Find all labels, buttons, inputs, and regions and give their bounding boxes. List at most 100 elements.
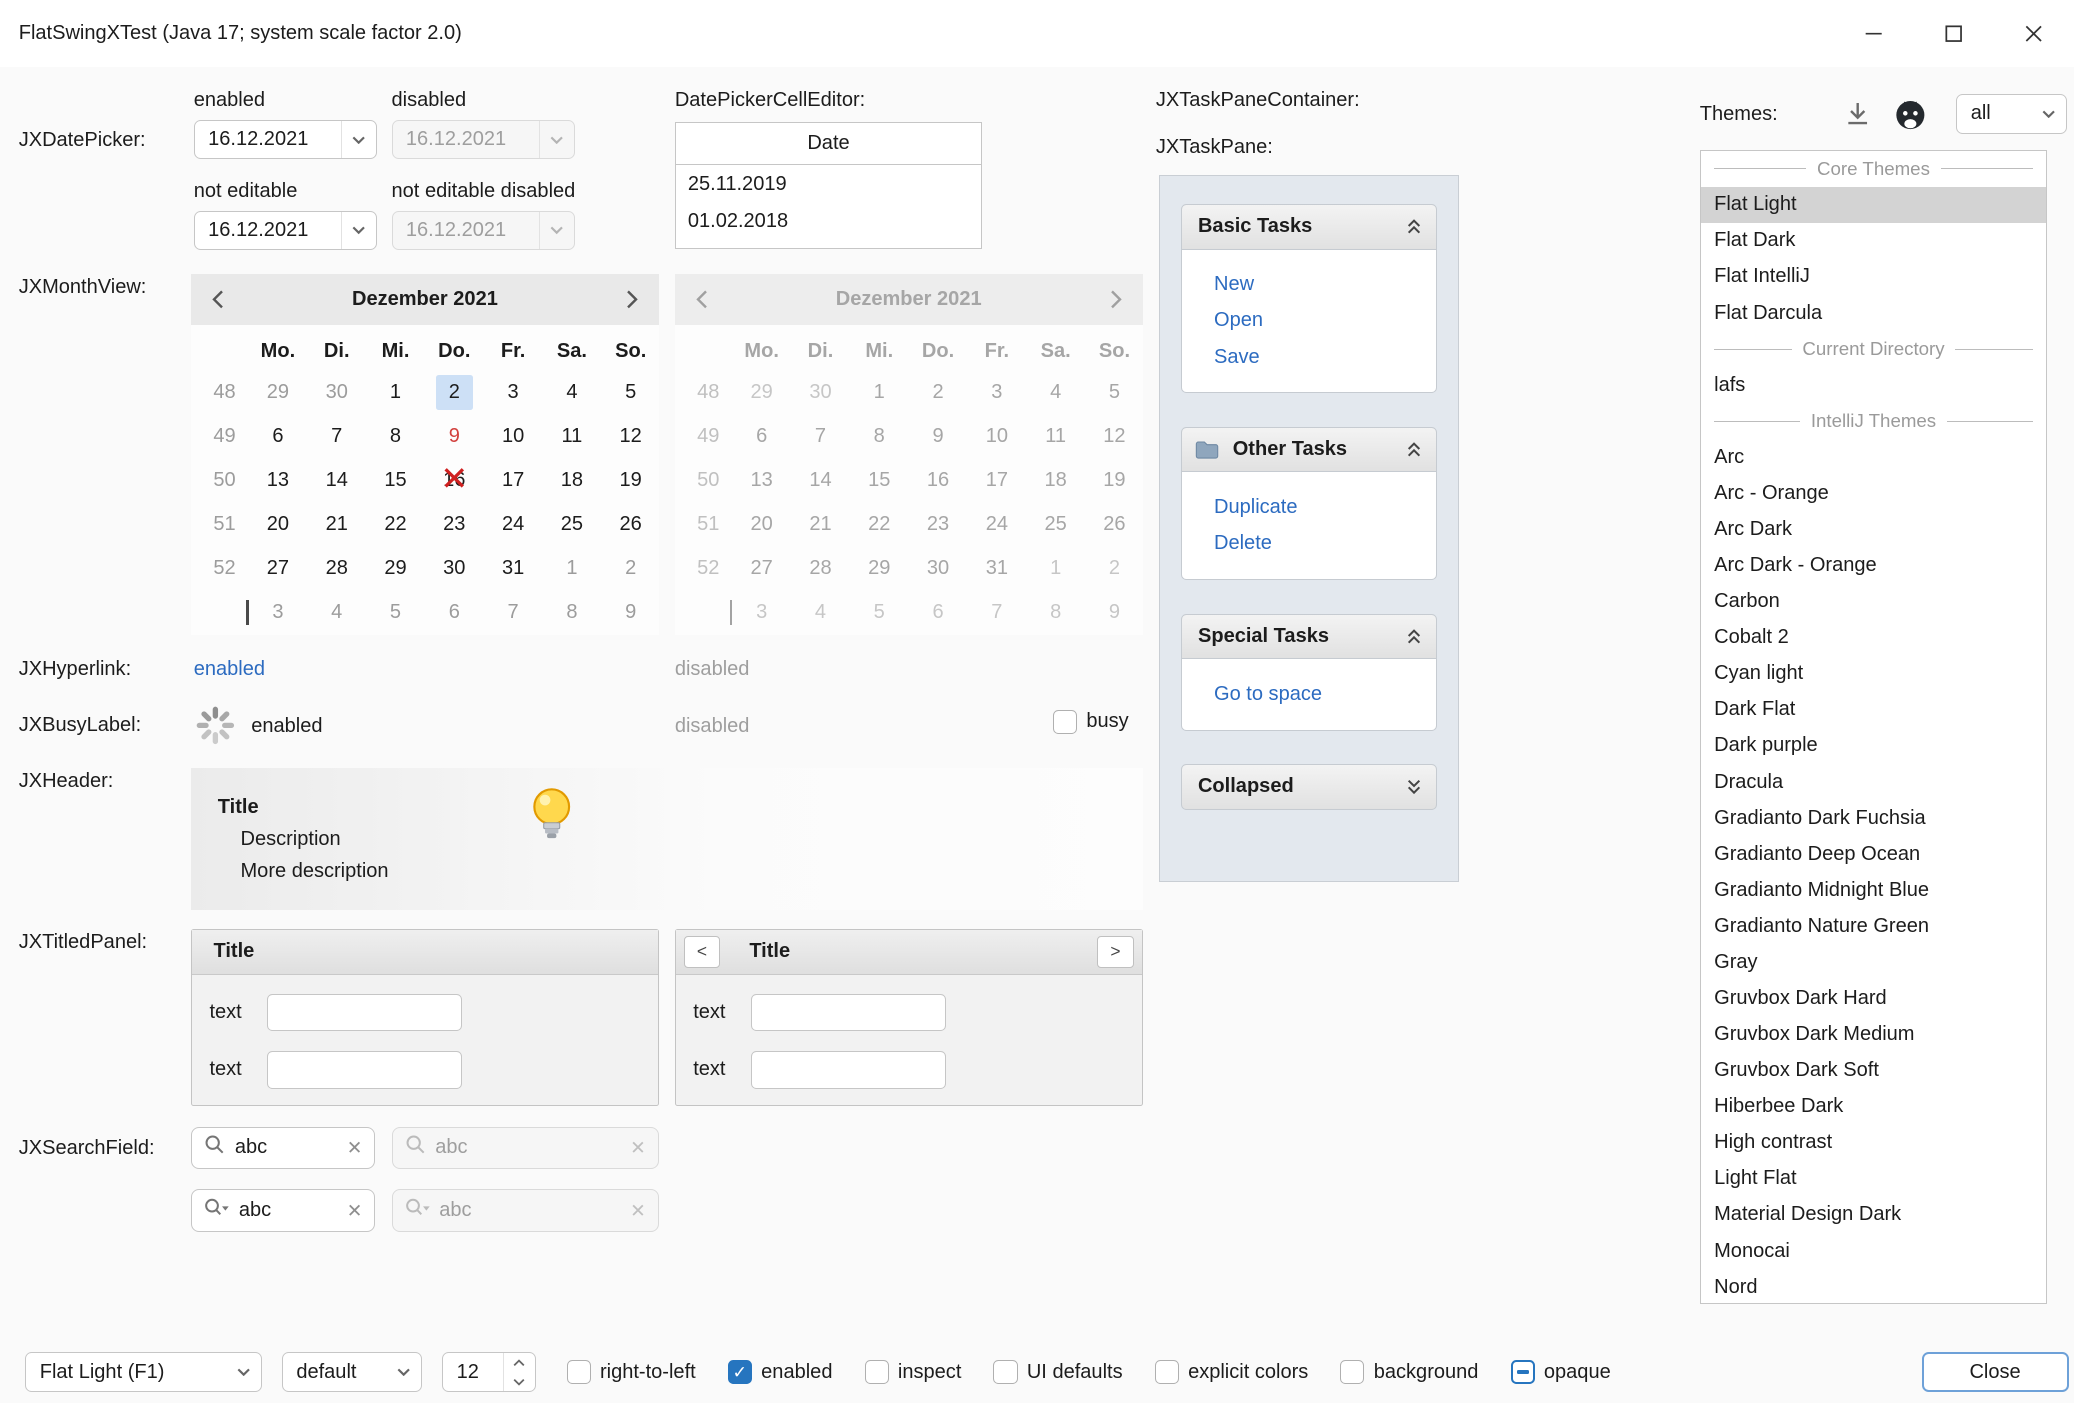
theme-list-item-hiberbee-dark[interactable]: Hiberbee Dark xyxy=(1701,1089,2046,1125)
style-combo[interactable]: default xyxy=(282,1352,422,1392)
day-cell[interactable]: 17 xyxy=(484,458,543,502)
checkbox-explicit-colors[interactable]: explicit colors xyxy=(1155,1360,1309,1384)
theme-list-item-gruvbox-dark-soft[interactable]: Gruvbox Dark Soft xyxy=(1701,1053,2046,1089)
day-cell[interactable]: 21 xyxy=(307,502,366,546)
taskpane-link-duplicate[interactable]: Duplicate xyxy=(1182,490,1436,526)
day-cell[interactable]: 4 xyxy=(307,591,366,635)
collapse-icon[interactable] xyxy=(1406,628,1422,645)
search-menu-icon[interactable] xyxy=(204,1197,229,1224)
theme-list-item-flat-intellij[interactable]: Flat IntelliJ xyxy=(1701,259,2046,295)
download-icon[interactable] xyxy=(1841,98,1873,130)
taskpane-link-open[interactable]: Open xyxy=(1182,303,1436,339)
checkbox-box[interactable] xyxy=(728,1360,752,1384)
text-input[interactable] xyxy=(751,1051,946,1088)
text-input[interactable] xyxy=(751,994,946,1031)
day-cell[interactable]: 6 xyxy=(249,414,308,458)
theme-list-item-dark-purple[interactable]: Dark purple xyxy=(1701,728,2046,764)
chevron-down-icon[interactable] xyxy=(341,121,376,158)
collapse-icon[interactable] xyxy=(1406,441,1422,458)
next-button[interactable]: > xyxy=(1097,936,1133,968)
day-cell[interactable]: 31 xyxy=(484,547,543,591)
expand-icon[interactable] xyxy=(1406,778,1422,795)
theme-list-item-arc-dark[interactable]: Arc Dark xyxy=(1701,511,2046,547)
checkbox-box[interactable] xyxy=(1511,1360,1535,1384)
day-cell[interactable]: 11 xyxy=(543,414,602,458)
hyperlink-enabled[interactable]: enabled xyxy=(194,657,265,681)
taskpane-link-go-to-space[interactable]: Go to space xyxy=(1182,676,1436,712)
day-cell[interactable]: 2 xyxy=(601,547,660,591)
checkbox-box[interactable] xyxy=(865,1360,889,1384)
theme-list-item-high-contrast[interactable]: High contrast xyxy=(1701,1125,2046,1161)
day-cell[interactable]: 27 xyxy=(249,547,308,591)
day-cell[interactable]: 6 xyxy=(425,591,484,635)
day-cell[interactable]: 19 xyxy=(601,458,660,502)
theme-list-item-monocai[interactable]: Monocai xyxy=(1701,1233,2046,1269)
day-cell[interactable]: 30 xyxy=(307,370,366,414)
day-cell[interactable]: 3 xyxy=(249,591,308,635)
day-cell[interactable]: 1 xyxy=(543,547,602,591)
prev-month-icon[interactable] xyxy=(191,274,244,325)
datepicker-enabled[interactable]: 16.12.2021 xyxy=(194,120,377,159)
theme-list-item-carbon[interactable]: Carbon xyxy=(1701,584,2046,620)
day-cell[interactable]: 12 xyxy=(601,414,660,458)
chevron-down-icon[interactable] xyxy=(341,212,376,249)
theme-list-item-arc-dark-orange[interactable]: Arc Dark - Orange xyxy=(1701,548,2046,584)
day-cell[interactable]: 5 xyxy=(366,591,425,635)
taskpane-link-delete[interactable]: Delete xyxy=(1182,526,1436,562)
laf-combo[interactable]: Flat Light (F1) xyxy=(25,1352,262,1392)
day-cell[interactable]: 14 xyxy=(307,458,366,502)
day-cell[interactable]: 25 xyxy=(543,502,602,546)
theme-list-item-gradianto-dark-fuchsia[interactable]: Gradianto Dark Fuchsia xyxy=(1701,800,2046,836)
spinner-arrows[interactable] xyxy=(503,1353,535,1391)
datepicker-not-editable[interactable]: 16.12.2021 xyxy=(194,211,377,250)
theme-list-item-dark-flat[interactable]: Dark Flat xyxy=(1701,692,2046,728)
text-input[interactable] xyxy=(267,1051,462,1088)
theme-list-item-cobalt-2[interactable]: Cobalt 2 xyxy=(1701,620,2046,656)
day-cell[interactable]: 28 xyxy=(307,547,366,591)
close-button[interactable]: Close xyxy=(1922,1352,2069,1392)
theme-list-item-dracula[interactable]: Dracula xyxy=(1701,764,2046,800)
day-cell[interactable]: 29 xyxy=(249,370,308,414)
github-icon[interactable] xyxy=(1892,96,1928,132)
taskpane-header-basic-tasks[interactable]: Basic Tasks xyxy=(1181,204,1437,249)
day-cell[interactable]: 8 xyxy=(543,591,602,635)
day-cell[interactable]: 16 xyxy=(425,458,484,502)
checkbox-inspect[interactable]: inspect xyxy=(865,1360,962,1384)
checkbox-box[interactable] xyxy=(567,1360,591,1384)
taskpane-link-new[interactable]: New xyxy=(1182,267,1436,303)
monthview-enabled[interactable]: Dezember 2021 Mo.Di.Mi.Do.Fr.Sa.So.48293… xyxy=(191,274,659,635)
day-cell[interactable]: 10 xyxy=(484,414,543,458)
taskpane-header-special-tasks[interactable]: Special Tasks xyxy=(1181,614,1437,659)
theme-list-item-flat-darcula[interactable]: Flat Darcula xyxy=(1701,295,2046,331)
day-cell[interactable]: 15 xyxy=(366,458,425,502)
theme-list-item-gruvbox-dark-medium[interactable]: Gruvbox Dark Medium xyxy=(1701,1017,2046,1053)
checkbox-box[interactable] xyxy=(993,1360,1017,1384)
theme-list-item-gradianto-deep-ocean[interactable]: Gradianto Deep Ocean xyxy=(1701,836,2046,872)
day-cell[interactable]: 3 xyxy=(484,370,543,414)
day-cell[interactable]: 8 xyxy=(366,414,425,458)
theme-list-item-gradianto-midnight-blue[interactable]: Gradianto Midnight Blue xyxy=(1701,872,2046,908)
table-row[interactable]: 01.02.2018 xyxy=(676,203,981,240)
day-cell[interactable]: 9 xyxy=(601,591,660,635)
day-cell[interactable]: 30 xyxy=(425,547,484,591)
text-input[interactable] xyxy=(267,994,462,1031)
day-cell[interactable]: 1 xyxy=(366,370,425,414)
taskpane-header-other-tasks[interactable]: Other Tasks xyxy=(1181,427,1437,472)
day-cell[interactable]: 20 xyxy=(249,502,308,546)
theme-list-item-nord[interactable]: Nord xyxy=(1701,1269,2046,1304)
day-cell[interactable]: 18 xyxy=(543,458,602,502)
day-cell[interactable]: 13 xyxy=(249,458,308,502)
searchfield-enabled[interactable]: abc ✕ xyxy=(191,1127,375,1170)
day-cell[interactable]: 4 xyxy=(543,370,602,414)
checkbox-opaque[interactable]: opaque xyxy=(1511,1360,1611,1384)
datepicker-celleditor-table[interactable]: Date 25.11.201901.02.2018 xyxy=(675,122,982,249)
theme-list-item-light-flat[interactable]: Light Flat xyxy=(1701,1161,2046,1197)
font-size-spinner[interactable]: 12 xyxy=(442,1352,536,1392)
checkbox-ui-defaults[interactable]: UI defaults xyxy=(993,1360,1122,1384)
checkbox-box[interactable] xyxy=(1053,710,1077,734)
theme-list-item-material-design-dark[interactable]: Material Design Dark xyxy=(1701,1197,2046,1233)
searchfield-menu-enabled[interactable]: abc ✕ xyxy=(191,1189,375,1232)
day-cell[interactable]: 29 xyxy=(366,547,425,591)
search-value[interactable]: abc xyxy=(235,1136,338,1159)
clear-icon[interactable]: ✕ xyxy=(347,1137,363,1159)
